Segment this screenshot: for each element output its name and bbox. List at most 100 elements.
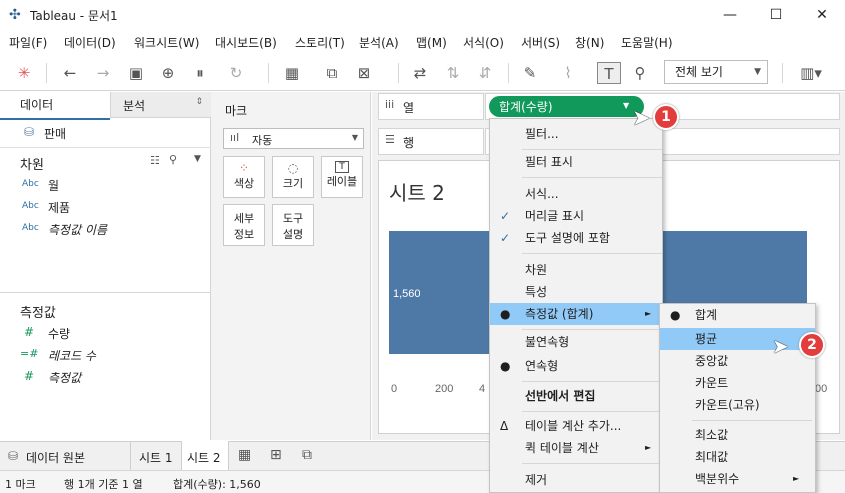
menu-item-discrete[interactable]: 불연속형 (490, 331, 662, 353)
status-marks: 1 마크 (5, 478, 36, 491)
refresh-icon[interactable]: ↻ (224, 62, 248, 84)
menu-item-add-table-calc[interactable]: Δ 테이블 계산 추가... (490, 415, 662, 437)
field-measure-values[interactable]: 측정값 (48, 369, 81, 386)
menu-item-show-filter[interactable]: 필터 표시 (490, 151, 662, 173)
field-measure-names[interactable]: 측정값 이름 (48, 221, 107, 238)
menu-item-label: 제거 (525, 473, 548, 487)
tableau-icon[interactable]: ✳ (12, 62, 36, 84)
minimize-button[interactable]: — (707, 0, 753, 31)
save-icon[interactable]: ▣ (124, 62, 148, 84)
pin-icon[interactable]: ⚲ (628, 62, 652, 84)
string-type-icon: Abc (22, 201, 39, 211)
database-icon: ⛁ (24, 125, 35, 139)
submenu-item-average[interactable]: 평균 (660, 328, 815, 350)
tab-datasource[interactable]: ⛁ 데이터 원본 (0, 442, 128, 470)
check-icon: ✓ (500, 209, 511, 223)
submenu-item-median[interactable]: 중앙값 (660, 350, 815, 372)
number-type-icon: # (24, 325, 35, 339)
submenu-item-percentile[interactable]: 백분위수 ► (660, 468, 815, 490)
cursor-arrow-icon: ➤ (632, 106, 651, 131)
annotate-icon[interactable]: ⌇ (556, 62, 580, 84)
menu-item-edit-in-shelf[interactable]: 선반에서 편집 (490, 385, 662, 407)
menu-window[interactable]: 창(N) (575, 34, 604, 51)
field-quantity[interactable]: 수량 (48, 325, 70, 342)
close-button[interactable]: ✕ (799, 0, 845, 31)
tab-sheet1[interactable]: 시트 1 (130, 442, 180, 470)
menu-data[interactable]: 데이터(D) (64, 34, 116, 51)
menu-item-continuous[interactable]: ● 연속형 (490, 355, 662, 377)
add-datasource-icon[interactable]: ⊕ (156, 62, 180, 84)
swap-icon[interactable]: ⇄ (408, 62, 432, 84)
new-dashboard-icon[interactable]: ⊞ (270, 447, 282, 463)
menu-format[interactable]: 서식(O) (463, 34, 504, 51)
menu-item-attribute[interactable]: 특성 (490, 281, 662, 303)
new-worksheet-icon[interactable]: ▦ (238, 447, 251, 463)
rows-label: 행 (403, 136, 415, 150)
back-icon[interactable]: ← (58, 62, 82, 84)
menu-worksheet[interactable]: 워크시트(W) (134, 34, 199, 51)
new-worksheet-icon[interactable]: ▦ (280, 62, 304, 84)
new-story-icon[interactable]: ⧉ (302, 447, 312, 463)
menu-item-label: 중앙값 (695, 354, 729, 368)
menu-analysis[interactable]: 분석(A) (359, 34, 399, 51)
forward-icon[interactable]: → (91, 62, 115, 84)
menu-item-measure-sum[interactable]: ● 측정값 (합계) ► (490, 303, 662, 325)
menu-item-include-tooltip[interactable]: ✓ 도구 설명에 포함 (490, 227, 662, 249)
mark-type-label: 자동 (252, 134, 273, 147)
clear-icon[interactable]: ⊠ (352, 62, 376, 84)
list-view-icon[interactable]: ☷ (150, 154, 160, 167)
menu-help[interactable]: 도움말(H) (621, 34, 673, 51)
rows-shelf-label: ☰ 행 (378, 128, 484, 155)
menu-item-dimension[interactable]: 차원 (490, 259, 662, 281)
sort-desc-icon[interactable]: ⇵ (473, 62, 497, 84)
string-type-icon: Abc (22, 223, 39, 233)
field-product[interactable]: 제품 (48, 199, 70, 216)
highlight-icon[interactable]: ✎ (518, 62, 542, 84)
menu-item-format[interactable]: 서식... (490, 183, 662, 205)
color-button[interactable]: ⁘ 색상 (223, 156, 265, 198)
menu-dashboard[interactable]: 대시보드(B) (215, 34, 277, 51)
tab-sheet2[interactable]: 시트 2 (181, 441, 229, 470)
tab-analysis[interactable]: 분석 ⇕ (110, 92, 211, 118)
show-me-icon[interactable]: ▥▾ (794, 62, 828, 84)
measures-header: 측정값 (20, 306, 56, 321)
menu-item-remove[interactable]: 제거 (490, 469, 662, 491)
menu-item-show-header[interactable]: ✓ 머리글 표시 (490, 205, 662, 227)
menu-story[interactable]: 스토리(T) (295, 34, 345, 51)
submenu-item-sum[interactable]: ● 합계 (660, 304, 815, 326)
menu-item-quick-table-calc[interactable]: 퀵 테이블 계산 ► (490, 437, 662, 459)
menu-server[interactable]: 서버(S) (521, 34, 560, 51)
datasource-name[interactable]: 판매 (44, 125, 66, 142)
duplicate-icon[interactable]: ⧉ (320, 62, 344, 84)
sort-asc-icon[interactable]: ⇅ (441, 62, 465, 84)
tab-data[interactable]: 데이터 (20, 92, 53, 118)
tooltip-button[interactable]: 도구 설명 (272, 204, 314, 246)
maximize-button[interactable]: ☐ (753, 0, 799, 31)
menu-item-label: 연속형 (525, 359, 559, 373)
label-button[interactable]: T 레이블 (321, 156, 363, 198)
pill-sum-quantity[interactable]: 합계(수량) ▼ (489, 96, 644, 117)
chevron-right-icon: ► (645, 443, 652, 452)
field-record-count[interactable]: 레코드 수 (48, 347, 96, 364)
tab-sheet2-label: 시트 2 (187, 451, 221, 465)
submenu-item-count-distinct[interactable]: 카운트(고유) (660, 394, 815, 416)
menu-map[interactable]: 맵(M) (416, 34, 447, 51)
submenu-item-count[interactable]: 카운트 (660, 372, 815, 394)
label-icon[interactable]: T (597, 62, 621, 84)
submenu-item-max[interactable]: 최대값 (660, 446, 815, 468)
field-month[interactable]: 월 (48, 177, 59, 194)
chevron-down-icon[interactable]: ▼ (623, 101, 629, 110)
chevron-down-icon[interactable]: ▼ (194, 154, 201, 164)
fit-view-select[interactable]: 전체 보기 ▼ (664, 60, 768, 84)
size-button[interactable]: ◌ 크기 (272, 156, 314, 198)
submenu-item-min[interactable]: 최소값 (660, 424, 815, 446)
detail-button[interactable]: 세부 정보 (223, 204, 265, 246)
pause-icon[interactable]: ⏸ (188, 62, 212, 84)
menu-file[interactable]: 파일(F) (9, 34, 47, 51)
size-label: 크기 (282, 177, 304, 190)
mark-type-select[interactable]: ııl 자동 ▼ (223, 128, 364, 149)
menu-item-label: 퀵 테이블 계산 (525, 441, 599, 455)
search-icon[interactable]: ⚲ (169, 153, 177, 166)
menu-item-label: 평균 (695, 332, 718, 346)
rows-icon: ☰ (385, 133, 395, 146)
